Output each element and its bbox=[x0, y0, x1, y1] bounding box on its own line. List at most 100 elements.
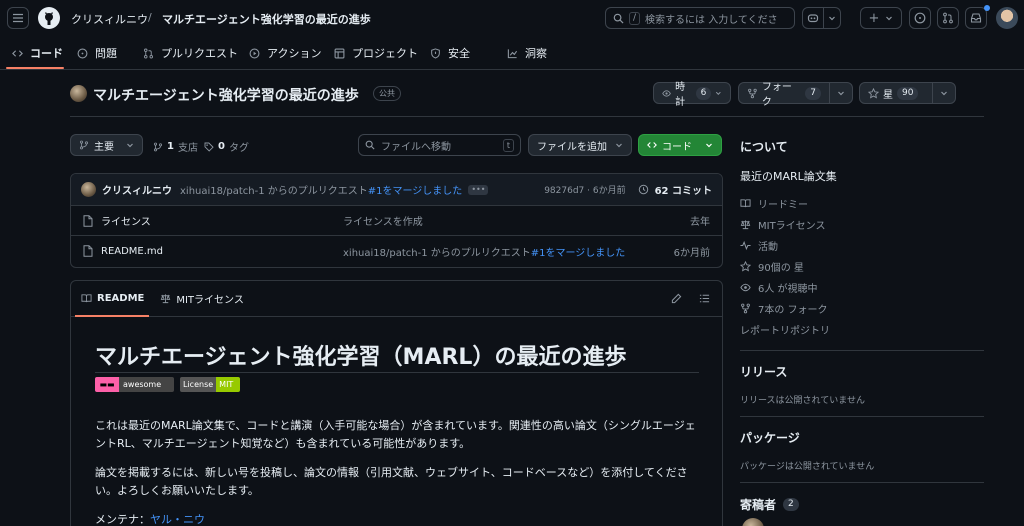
file-name[interactable]: ライセンス bbox=[101, 213, 151, 228]
file-table: クリスィルニウ xihuai18/patch-1 からのプルリクエスト #1をマー… bbox=[70, 173, 723, 268]
tab-pull-requests[interactable]: プルリクエスト bbox=[143, 45, 238, 61]
watch-button[interactable]: 時計 6 bbox=[653, 82, 731, 108]
sidebar-divider bbox=[740, 350, 984, 351]
github-logo[interactable] bbox=[38, 7, 60, 29]
chevron-down-icon bbox=[706, 143, 712, 148]
contributors-title[interactable]: 寄稿者 bbox=[740, 496, 776, 513]
tab-readme[interactable]: README bbox=[81, 293, 144, 304]
sidebar-divider bbox=[740, 482, 984, 483]
releases-title[interactable]: リリース bbox=[740, 363, 1000, 380]
tab-security[interactable]: 安全 bbox=[430, 45, 470, 61]
tab-insights[interactable]: 洞察 bbox=[507, 45, 547, 61]
fork-icon bbox=[748, 88, 757, 98]
tab-readme-label: README bbox=[97, 293, 145, 304]
breadcrumb-owner[interactable]: クリスィルニウ bbox=[71, 11, 148, 27]
outline-icon[interactable] bbox=[699, 293, 710, 304]
issues-button[interactable] bbox=[909, 7, 931, 29]
global-search-input[interactable]: / 検索するには 入力してくださ bbox=[605, 7, 795, 29]
menu-button[interactable] bbox=[7, 7, 29, 29]
repo-nav: コード 問題 プルリクエスト アクション プロジェクト 安全 洞察 bbox=[0, 36, 1024, 70]
packages-title[interactable]: パッケージ bbox=[740, 429, 1000, 446]
file-row[interactable]: README.md xihuai18/patch-1 からのプルリクエスト#1を… bbox=[71, 236, 722, 266]
visibility-badge: 公共 bbox=[373, 86, 401, 101]
add-file-button[interactable]: ファイルを追加 bbox=[528, 134, 632, 156]
eye-icon bbox=[740, 283, 751, 292]
branches-count: 1 bbox=[167, 141, 174, 152]
go-to-file-shortcut: t bbox=[502, 138, 514, 152]
commit-author-avatar[interactable] bbox=[81, 182, 96, 197]
file-row[interactable]: ライセンス ライセンスを作成 去年 bbox=[71, 206, 722, 236]
sidebar-item-watchers[interactable]: 6人 が視聴中 bbox=[740, 277, 1000, 298]
star-label: 星 bbox=[883, 89, 893, 101]
sidebar-item-forks[interactable]: 7本の フォーク bbox=[740, 298, 1000, 319]
license-badge[interactable]: License MIT bbox=[180, 377, 240, 392]
sidebar-item-readme[interactable]: リードミー bbox=[740, 193, 1000, 214]
file-name[interactable]: README.md bbox=[101, 246, 163, 257]
awesome-badge-label: awesome bbox=[119, 377, 174, 392]
commit-count[interactable]: 62 コミット bbox=[655, 182, 712, 197]
tags-link[interactable]: 0 タグ bbox=[204, 139, 249, 154]
code-button[interactable]: コード bbox=[638, 134, 722, 156]
code-icon bbox=[12, 49, 23, 57]
commit-author[interactable]: クリスィルニウ bbox=[102, 182, 172, 197]
commit-message[interactable]: xihuai18/patch-1 からのプルリクエスト bbox=[180, 182, 368, 197]
history-icon bbox=[638, 184, 648, 195]
sidebar-item-stars[interactable]: 90個の 星 bbox=[740, 256, 1000, 277]
tab-projects[interactable]: プロジェクト bbox=[334, 45, 418, 61]
user-avatar[interactable] bbox=[996, 7, 1018, 29]
fork-label: フォーク bbox=[761, 82, 792, 108]
tab-actions[interactable]: アクション bbox=[249, 45, 321, 61]
pull-requests-button[interactable] bbox=[937, 7, 959, 29]
issue-icon bbox=[914, 12, 926, 24]
tab-pull-requests-label: プルリクエスト bbox=[161, 47, 238, 60]
repo-title[interactable]: マルチエージェント強化学習の最近の進歩 bbox=[93, 85, 359, 105]
commit-message-link[interactable]: #1をマージしました bbox=[368, 182, 463, 197]
report-repository-link[interactable]: レポートリポジトリ bbox=[740, 319, 1000, 340]
branches-link[interactable]: 1 支店 bbox=[153, 139, 198, 154]
inbox-button[interactable] bbox=[965, 7, 987, 29]
sunglasses-icon: ▬▬ bbox=[95, 377, 119, 392]
fork-button[interactable]: フォーク 7 bbox=[738, 82, 853, 108]
global-header: クリスィルニウ / マルチエージェント強化学習の最近の進歩 / 検索するには 入… bbox=[0, 0, 1024, 36]
graph-icon bbox=[507, 48, 518, 58]
fork-icon bbox=[741, 303, 750, 314]
sidebar-divider bbox=[740, 416, 984, 417]
branch-selector[interactable]: 主要 bbox=[70, 134, 143, 156]
commit-expand-button[interactable]: ••• bbox=[468, 184, 489, 195]
file-commit-message[interactable]: xihuai18/patch-1 からのプルリクエスト#1をマージしました bbox=[313, 244, 674, 259]
sidebar-item-label: 90個の 星 bbox=[758, 263, 804, 274]
contributor-avatar[interactable] bbox=[742, 518, 764, 526]
search-placeholder: 検索するには 入力してくださ bbox=[645, 14, 778, 26]
file-commit-link[interactable]: #1をマージしました bbox=[531, 248, 626, 259]
star-dropdown-button[interactable] bbox=[933, 83, 955, 103]
awesome-badge[interactable]: ▬▬ awesome bbox=[95, 377, 174, 392]
tag-icon bbox=[204, 142, 214, 152]
license-badge-right: MIT bbox=[216, 377, 240, 392]
table-icon bbox=[334, 48, 345, 58]
copilot-button[interactable] bbox=[802, 7, 824, 29]
copilot-dropdown-button[interactable] bbox=[823, 7, 841, 29]
tab-issues[interactable]: 問題 bbox=[77, 45, 117, 61]
sidebar-item-label: 6人 が視聴中 bbox=[758, 284, 818, 295]
sidebar-item-license[interactable]: MITライセンス bbox=[740, 214, 1000, 235]
tab-code[interactable]: コード bbox=[12, 45, 63, 61]
star-button[interactable]: 星 90 bbox=[859, 82, 956, 104]
maintainer-link[interactable]: ヤル・ニウ bbox=[150, 513, 205, 526]
packages-section: パッケージ パッケージは公開されていません bbox=[740, 429, 1000, 472]
create-new-button[interactable]: + bbox=[860, 7, 902, 29]
title-divider bbox=[70, 116, 984, 117]
fork-dropdown-button[interactable] bbox=[830, 83, 852, 103]
file-commit-message[interactable]: ライセンスを作成 bbox=[313, 213, 690, 228]
commit-hash-time[interactable]: 98276d7 · 6か月前 bbox=[544, 183, 625, 196]
breadcrumb-repo[interactable]: マルチエージェント強化学習の最近の進歩 bbox=[162, 11, 371, 27]
hamburger-icon bbox=[13, 13, 23, 23]
sidebar-item-activity[interactable]: 活動 bbox=[740, 235, 1000, 256]
pencil-icon[interactable] bbox=[671, 293, 682, 304]
tab-insights-label: 洞察 bbox=[525, 47, 547, 60]
contributors-section: 寄稿者 2 bbox=[740, 496, 1000, 513]
tab-license[interactable]: MITライセンス bbox=[160, 291, 244, 306]
sidebar-item-label: リードミー bbox=[758, 200, 808, 211]
license-badge-left: License bbox=[180, 377, 217, 392]
owner-avatar[interactable] bbox=[70, 85, 87, 102]
go-to-file-input[interactable]: ファイルへ移動 t bbox=[358, 134, 521, 156]
